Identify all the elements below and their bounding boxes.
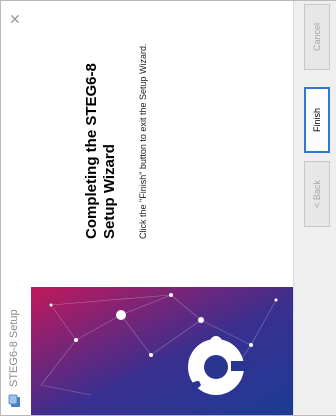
- wizard-content: Completing the STEG6-8 Setup Wizard Clic…: [31, 1, 293, 287]
- page-title: Completing the STEG6-8 Setup Wizard: [83, 9, 119, 239]
- page-title-line1: Completing the STEG6-8: [83, 63, 100, 239]
- screen: STEG6-8 Setup ✕ Completing the STEG6-8 S…: [0, 0, 336, 416]
- setup-dialog: STEG6-8 Setup ✕ Completing the STEG6-8 S…: [0, 0, 336, 416]
- page-title-line2: Setup Wizard: [101, 144, 118, 239]
- button-bar: < Back Finish Cancel: [293, 1, 336, 415]
- back-button[interactable]: < Back: [304, 161, 330, 227]
- window-title: STEG6-8 Setup: [8, 309, 20, 387]
- title-bar: STEG6-8 Setup ✕: [1, 1, 31, 415]
- finish-button[interactable]: Finish: [304, 87, 330, 153]
- wizard-banner: [31, 287, 293, 415]
- instruction-text: Click the "Finish" button to exit the Se…: [138, 43, 148, 239]
- close-icon[interactable]: ✕: [4, 7, 26, 31]
- cancel-button[interactable]: Cancel: [304, 4, 330, 70]
- installer-icon: [8, 394, 22, 408]
